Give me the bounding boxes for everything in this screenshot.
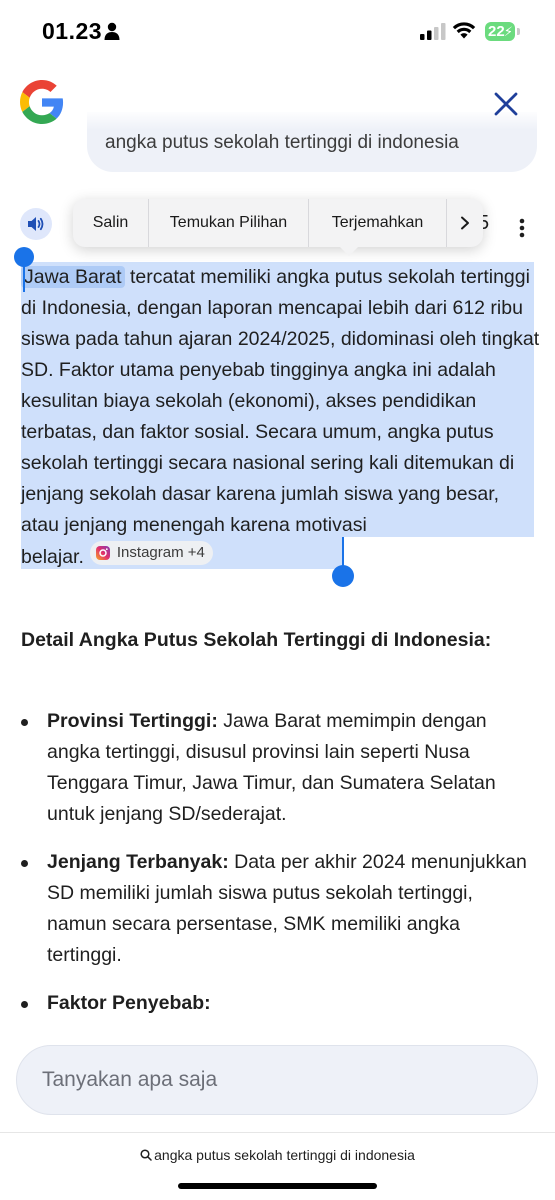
selection-end-handle[interactable] <box>332 565 354 587</box>
bottom-search-bar[interactable]: angka putus sekolah tertinggi di indones… <box>0 1147 555 1163</box>
bottom-divider <box>0 1132 555 1133</box>
close-button[interactable] <box>486 84 526 124</box>
menu-item-find-selection[interactable]: Temukan Pilihan <box>149 199 309 247</box>
google-logo <box>20 80 64 124</box>
home-indicator[interactable] <box>178 1183 377 1189</box>
ask-input[interactable]: Tanyakan apa saja <box>16 1045 538 1115</box>
menu-item-copy[interactable]: Salin <box>73 199 149 247</box>
answer-tail-text: belajar. <box>21 546 84 568</box>
list-item: Provinsi Tertinggi: Jawa Barat memimpin … <box>21 706 531 830</box>
answer-paragraph[interactable]: Jawa Barat tercatat memiliki angka putus… <box>21 262 541 573</box>
ask-input-placeholder: Tanyakan apa saja <box>42 1068 218 1091</box>
wifi-icon <box>452 22 476 39</box>
speaker-icon <box>28 217 44 231</box>
battery-icon: 22 ⚡ <box>485 22 515 41</box>
highlight-word: Jawa Barat <box>21 266 125 288</box>
close-icon <box>494 92 518 116</box>
selection-start-handle[interactable] <box>14 247 34 267</box>
listen-button[interactable] <box>20 208 52 240</box>
status-time: 01.23 <box>42 18 103 44</box>
more-options-button[interactable] <box>512 214 532 242</box>
instagram-icon <box>95 546 110 560</box>
list-item-label: Provinsi Tertinggi: <box>47 710 218 732</box>
battery-cap <box>517 28 520 35</box>
source-chip[interactable]: Instagram +4 <box>89 541 213 565</box>
menu-item-translate[interactable]: Terjemahkan <box>309 199 447 247</box>
list-item-label: Jenjang Terbanyak: <box>47 851 229 873</box>
signal-icon <box>420 23 446 40</box>
chevron-right-icon <box>461 216 469 230</box>
query-bubble-text: angka putus sekolah tertinggi di indones… <box>105 132 459 153</box>
bottom-search-text: angka putus sekolah tertinggi di indones… <box>154 1147 415 1163</box>
search-icon <box>140 1149 152 1161</box>
list-item-label: Faktor Penyebab: <box>47 992 211 1014</box>
text-context-menu: Salin Temukan Pilihan Terjemahkan <box>73 199 483 256</box>
menu-next-button[interactable] <box>447 199 483 247</box>
list-item: Jenjang Terbanyak: Data per akhir 2024 m… <box>21 847 531 971</box>
person-icon <box>104 22 120 40</box>
source-chip-label: Instagram +4 <box>116 544 205 561</box>
battery-level: 22 <box>488 23 505 40</box>
battery-bolt-icon: ⚡ <box>503 24 513 39</box>
section-title: Detail Angka Putus Sekolah Tertinggi di … <box>21 629 492 651</box>
detail-list: Provinsi Tertinggi: Jawa Barat memimpin … <box>21 706 531 1019</box>
answer-selected-text: tercatat memiliki angka putus sekolah te… <box>21 266 540 536</box>
header-background <box>0 62 555 130</box>
more-vert-icon <box>519 218 525 238</box>
status-bar: 01.23 22 ⚡ <box>0 0 555 62</box>
